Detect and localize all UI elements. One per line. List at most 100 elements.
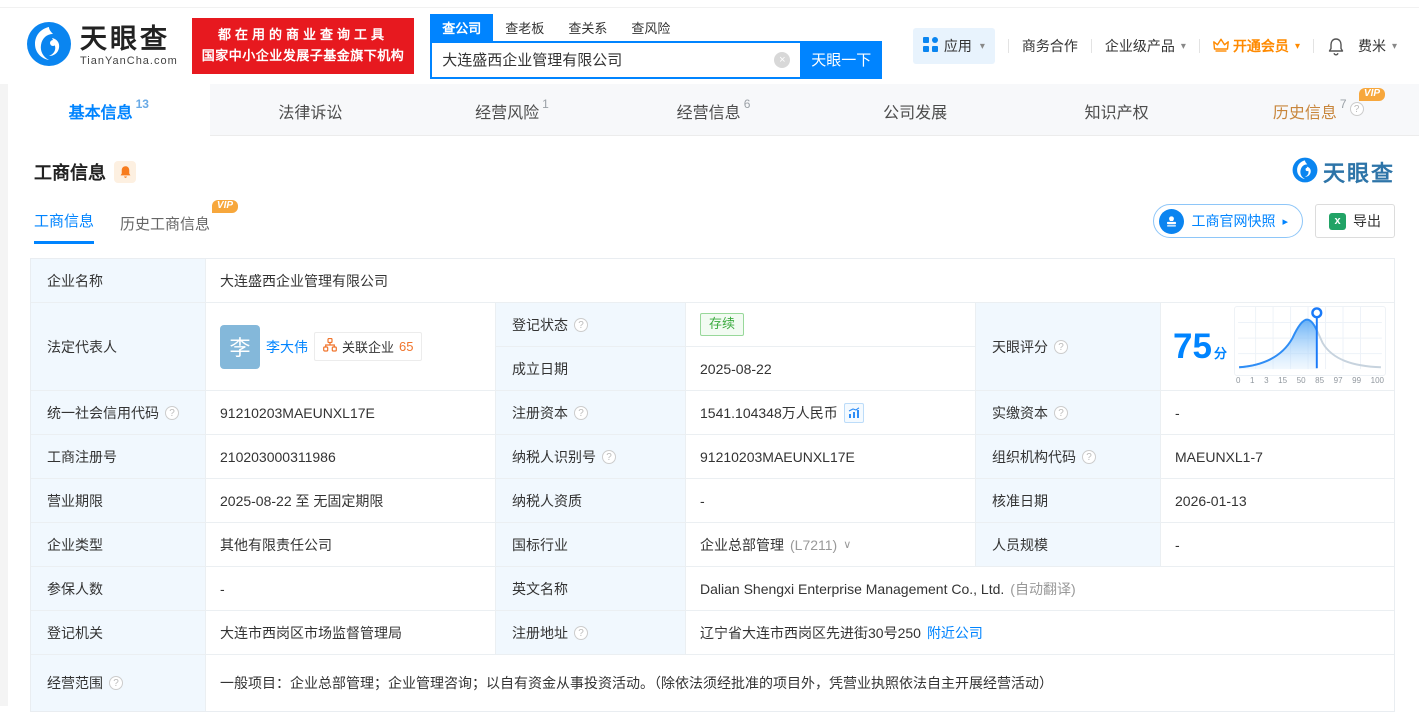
- badge-count: 65: [399, 339, 414, 354]
- help-icon[interactable]: ?: [574, 625, 588, 640]
- help-icon[interactable]: ?: [109, 676, 123, 690]
- legal-rep-name-link[interactable]: 李大伟: [266, 337, 308, 357]
- field-label-establish-date: 成立日期: [496, 347, 686, 391]
- help-icon[interactable]: ?: [1054, 339, 1068, 354]
- subtab-history-business-info[interactable]: VIP 历史工商信息: [120, 200, 239, 244]
- subtab-business-info[interactable]: 工商信息: [34, 210, 95, 244]
- capital-trend-icon[interactable]: [843, 402, 864, 423]
- field-value-reg-number: 210203000311986: [206, 435, 496, 479]
- search-tab-boss[interactable]: 查老板: [493, 14, 556, 41]
- chevron-down-icon: ▾: [1294, 40, 1300, 52]
- value-text: 一般项目：企业总部管理；企业管理咨询；以自有资金从事投资活动。（除依法须经批准的…: [220, 674, 1053, 691]
- arrow-right-icon: ▸: [1282, 215, 1288, 228]
- help-icon[interactable]: ?: [602, 449, 616, 464]
- label-text: 统一社会信用代码: [47, 404, 159, 421]
- tianyancha-logo[interactable]: 天眼查 TianYanCha.com: [26, 21, 178, 72]
- field-label-approval-date: 核准日期: [976, 479, 1161, 523]
- export-label: 导出: [1353, 213, 1381, 229]
- search-tab-relation[interactable]: 查关系: [556, 14, 619, 41]
- official-snapshot-button[interactable]: 工商官网快照 ▸: [1153, 204, 1303, 238]
- tab-history-info[interactable]: VIP 历史信息 7 ?: [1217, 84, 1419, 135]
- help-icon[interactable]: ?: [1082, 449, 1096, 464]
- crown-icon: [1213, 38, 1229, 55]
- chevron-down-icon[interactable]: ∨: [843, 538, 851, 551]
- tab-intellectual-property[interactable]: 知识产权: [1016, 84, 1218, 135]
- field-value-business-term: 2025-08-22 至 无固定期限: [206, 479, 496, 523]
- tianyancha-watermark: 天眼查: [1292, 156, 1395, 188]
- tab-label: 历史信息: [1272, 105, 1337, 122]
- field-label-credit-code: 统一社会信用代码 ?: [31, 391, 206, 435]
- related-companies-badge[interactable]: 关联企业 65: [314, 332, 423, 361]
- field-value-establish-date: 2025-08-22: [686, 347, 976, 391]
- banner-line1: 都在用的商业查询工具: [218, 27, 389, 43]
- notification-bell-icon[interactable]: [1327, 37, 1345, 56]
- label-text: 登记状态: [512, 316, 568, 333]
- site-header: 天眼查 TianYanCha.com 都在用的商业查询工具 国家中小企业发展子基…: [0, 8, 1419, 84]
- avatar[interactable]: 李: [220, 324, 260, 369]
- label-text: 组织机构代码: [992, 448, 1076, 465]
- score-axis-labels: 013 15 50 85 97 99 100: [1236, 375, 1384, 385]
- subscribe-bell-icon[interactable]: [114, 161, 136, 183]
- vip-badge: VIP: [211, 200, 239, 213]
- help-icon[interactable]: ?: [574, 405, 588, 420]
- nav-enterprise-label: 企业级产品: [1104, 38, 1175, 54]
- value-text: MAEUNXL1-7: [1175, 448, 1263, 465]
- export-button[interactable]: x 导出: [1315, 204, 1395, 238]
- tab-operating-info[interactable]: 经营信息 6: [613, 84, 815, 135]
- tab-legal-litigation[interactable]: 法律诉讼: [210, 84, 412, 135]
- apps-menu[interactable]: 应用 ▾: [912, 28, 995, 64]
- tab-company-development[interactable]: 公司发展: [814, 84, 1016, 135]
- field-label-business-term: 营业期限: [31, 479, 206, 523]
- field-label-reg-capital: 注册资本 ?: [496, 391, 686, 435]
- field-label-taxpayer-quality: 纳税人资质: [496, 479, 686, 523]
- field-value-taxpayer-id: 91210203MAEUNXL17E: [686, 435, 976, 479]
- industry-code: (L7211): [790, 536, 838, 553]
- apps-label: 应用: [943, 38, 972, 54]
- nav-enterprise-products[interactable]: 企业级产品 ▾: [1105, 36, 1186, 56]
- field-value-credit-code: 91210203MAEUNXL17E: [206, 391, 496, 435]
- tab-operating-risk[interactable]: 经营风险 1: [411, 84, 613, 135]
- chevron-down-icon: ▾: [1391, 40, 1397, 52]
- nav-cooperation[interactable]: 商务合作: [1022, 36, 1078, 56]
- tab-basic-info[interactable]: 基本信息 13: [8, 84, 210, 136]
- tab-count: 7: [1339, 97, 1347, 111]
- search-input[interactable]: [430, 40, 801, 79]
- help-icon[interactable]: ?: [1054, 405, 1068, 420]
- top-nav: 应用 ▾ 商务合作 企业级产品 ▾ 开通会员 ▾ 费米 ▾: [912, 28, 1397, 64]
- search-area: 查公司 查老板 查关系 查风险 × 天眼一下: [430, 13, 883, 79]
- help-icon[interactable]: ?: [574, 317, 588, 332]
- value-text: 210203000311986: [220, 448, 336, 465]
- score-distribution-chart[interactable]: 013 15 50 85 97 99 100: [1234, 305, 1386, 388]
- section-title: 工商信息: [34, 163, 106, 183]
- logo-domain: TianYanCha.com: [80, 55, 178, 68]
- value-text: -: [220, 580, 225, 597]
- label-text: 企业名称: [47, 272, 103, 289]
- search-tab-company[interactable]: 查公司: [430, 13, 494, 41]
- nearby-companies-link[interactable]: 附近公司: [927, 623, 983, 643]
- label-text: 营业期限: [47, 492, 103, 509]
- value-text: -: [1175, 536, 1180, 553]
- value-text: 2025-08-22 至 无固定期限: [220, 492, 384, 509]
- search-button[interactable]: 天眼一下: [800, 40, 883, 79]
- help-icon[interactable]: ?: [1349, 102, 1364, 116]
- label-text: 实缴资本: [992, 404, 1048, 421]
- field-value-company-name: 大连盛西企业管理有限公司: [206, 259, 1394, 303]
- business-info-table: 企业名称 大连盛西企业管理有限公司 法定代表人 李 李大伟 关联企业 65 登记…: [30, 258, 1395, 712]
- label-text: 核准日期: [992, 492, 1048, 509]
- label-text: 国标行业: [512, 536, 568, 553]
- user-menu[interactable]: 费米 ▾: [1358, 36, 1397, 56]
- subtab-label: 历史工商信息: [120, 216, 211, 233]
- label-text: 注册资本: [512, 404, 568, 421]
- value-text: Dalian Shengxi Enterprise Management Co.…: [700, 580, 1005, 597]
- help-icon[interactable]: ?: [165, 405, 179, 420]
- logo-title: 天眼查: [80, 23, 170, 54]
- nav-open-vip[interactable]: 开通会员 ▾: [1213, 36, 1300, 56]
- excel-icon: x: [1329, 212, 1346, 230]
- field-label-tyc-score: 天眼评分 ?: [976, 303, 1161, 391]
- label-text: 天眼评分: [992, 338, 1048, 355]
- label-text: 纳税人资质: [512, 492, 582, 509]
- field-value-reg-capital: 1541.104348万人民币: [686, 391, 976, 435]
- search-tab-risk[interactable]: 查风险: [619, 14, 682, 41]
- badge-label: 关联企业: [342, 340, 395, 355]
- clear-input-icon[interactable]: ×: [774, 51, 791, 68]
